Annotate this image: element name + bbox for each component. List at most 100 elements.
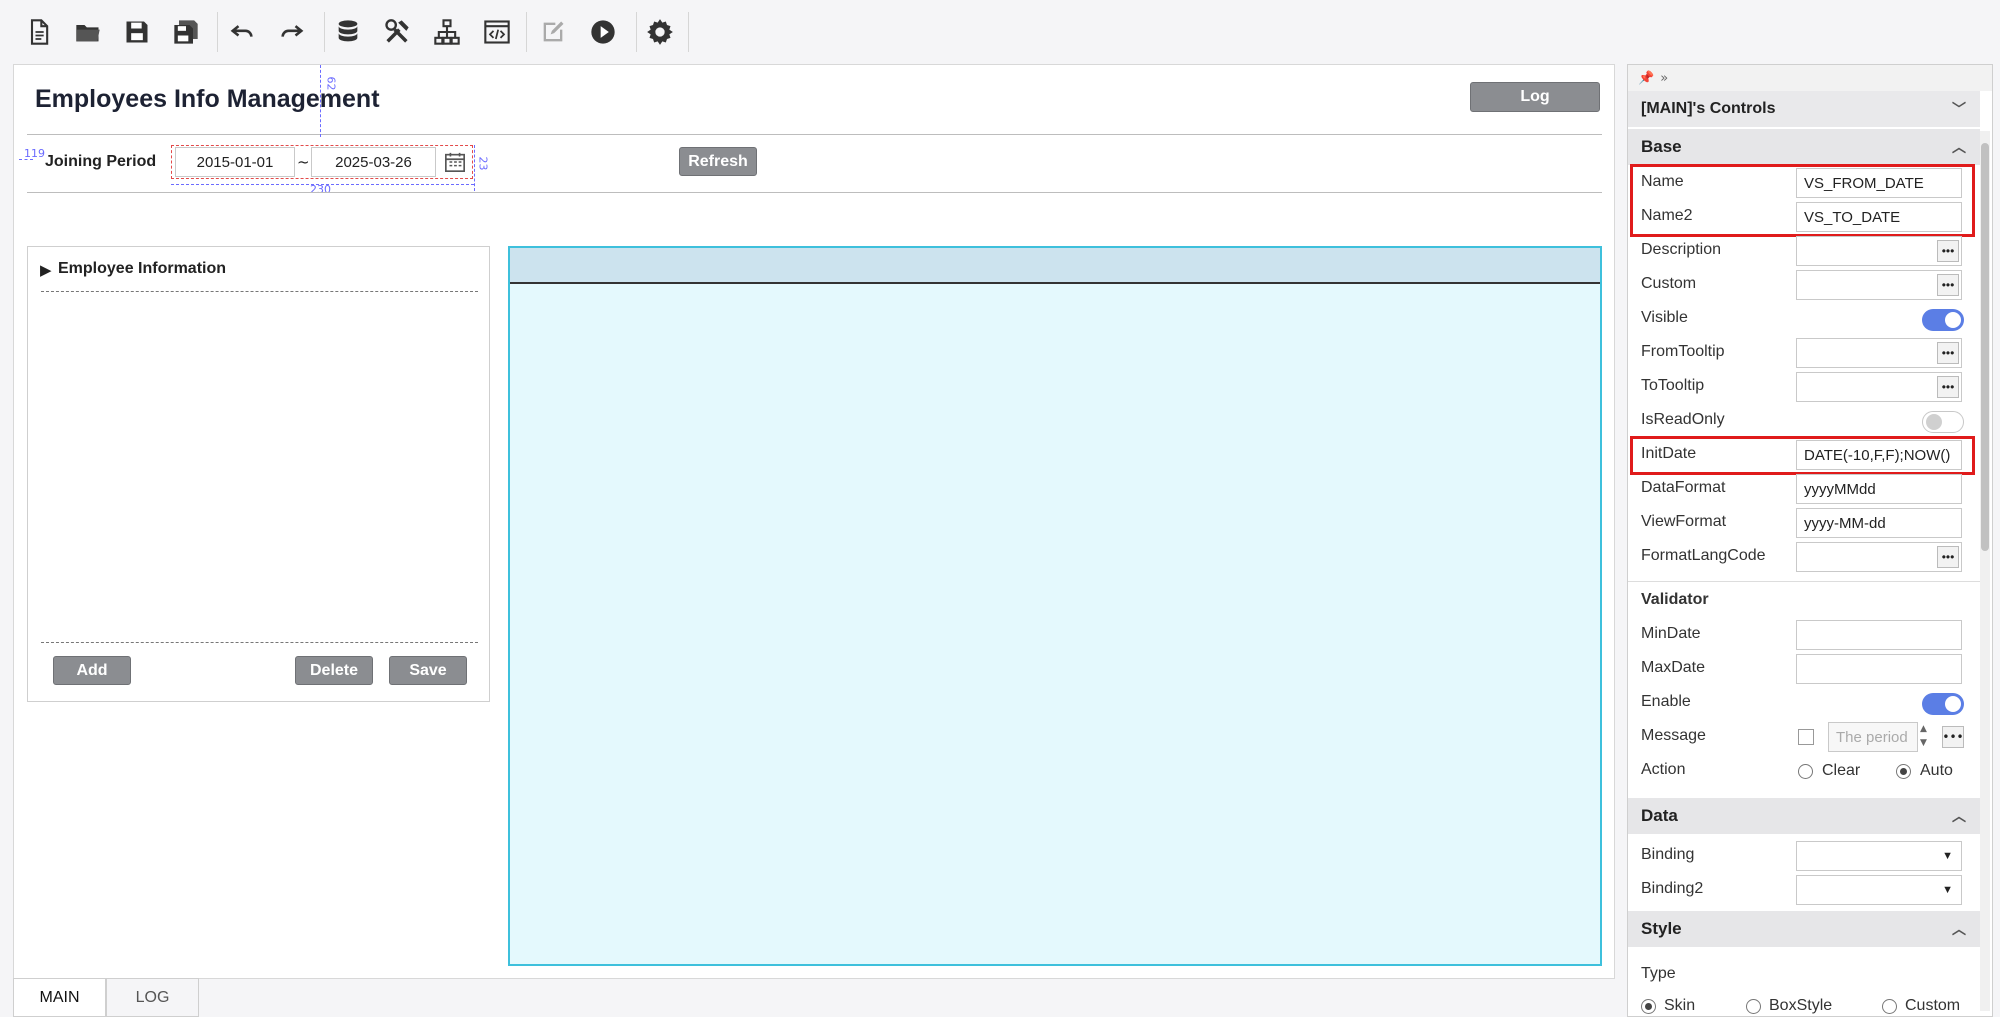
binding-select[interactable]: ▼ <box>1796 841 1962 871</box>
run-icon[interactable] <box>583 12 623 52</box>
settings-icon[interactable] <box>640 12 680 52</box>
database-icon[interactable] <box>328 12 368 52</box>
save-icon[interactable] <box>117 12 157 52</box>
data-grid[interactable] <box>508 246 1602 966</box>
employee-info-panel: ▶ Employee Information Add Delete Save <box>27 246 490 702</box>
refresh-button[interactable]: Refresh <box>679 147 757 176</box>
open-folder-icon[interactable] <box>68 12 108 52</box>
message-input[interactable]: The period <box>1828 722 1918 752</box>
enable-toggle[interactable] <box>1922 693 1964 715</box>
chevron-up-icon[interactable]: ︿ <box>1952 919 1966 939</box>
toolbar <box>0 0 2000 63</box>
calendar-icon[interactable] <box>442 149 468 175</box>
style-boxstyle-radio[interactable] <box>1746 999 1761 1014</box>
style-custom-label: Custom <box>1905 997 1961 1014</box>
message-checkbox[interactable] <box>1798 729 1814 745</box>
grid-header <box>510 248 1600 284</box>
section-data-label: Data <box>1641 806 1678 825</box>
prop-viewformat: ViewFormat yyyy-MM-dd <box>1628 506 1980 540</box>
ellipsis-icon[interactable]: ••• <box>1937 376 1959 398</box>
prop-mindate-label: MinDate <box>1641 625 1701 642</box>
scrollbar-thumb[interactable] <box>1981 143 1989 551</box>
from-date-input[interactable]: 2015-01-01 <box>175 147 295 177</box>
ellipsis-icon[interactable]: ••• <box>1937 274 1959 296</box>
action-auto-radio[interactable] <box>1896 764 1911 779</box>
prop-mindate: MinDate <box>1628 618 1980 652</box>
prop-viewformat-label: ViewFormat <box>1641 513 1727 530</box>
tab-main[interactable]: MAIN <box>13 978 106 1017</box>
ellipsis-icon[interactable]: ••• <box>1937 342 1959 364</box>
chevron-up-icon[interactable]: ︿ <box>1952 137 1966 157</box>
edit-icon[interactable] <box>533 12 573 52</box>
chevron-down-icon[interactable]: ﹀ <box>1952 99 1966 119</box>
action-auto-label: Auto <box>1920 762 1953 779</box>
prop-formatlangcode: FormatLangCode ••• <box>1628 540 1980 574</box>
chevron-down-icon: ▼ <box>1942 884 1953 896</box>
tools-icon[interactable] <box>377 12 417 52</box>
prop-formatlangcode-input[interactable]: ••• <box>1796 542 1962 572</box>
guide-left-number: 119 <box>24 147 45 160</box>
save-button[interactable]: Save <box>389 656 467 685</box>
ellipsis-icon[interactable]: ••• <box>1942 726 1964 748</box>
prop-fromtooltip-input[interactable]: ••• <box>1796 338 1962 368</box>
redo-icon[interactable] <box>272 12 312 52</box>
prop-binding: Binding ▼ <box>1628 839 1980 873</box>
visible-toggle[interactable] <box>1922 309 1964 331</box>
spin-arrows-icon[interactable]: ▲ ▼ <box>1920 722 1927 750</box>
action-clear-radio[interactable] <box>1798 764 1813 779</box>
section-data[interactable]: Data ︿ <box>1628 798 1980 834</box>
prop-maxdate-input[interactable] <box>1796 654 1962 684</box>
prop-description-input[interactable]: ••• <box>1796 236 1962 266</box>
prop-binding-label: Binding <box>1641 846 1695 863</box>
guide-line <box>320 65 321 137</box>
prop-binding2-label: Binding2 <box>1641 880 1704 897</box>
ellipsis-icon[interactable]: ••• <box>1937 546 1959 568</box>
hierarchy-icon[interactable] <box>427 12 467 52</box>
tilde-separator: ~ <box>297 153 310 171</box>
pin-icon[interactable]: 📌 <box>1638 71 1654 86</box>
prop-visible-label: Visible <box>1641 309 1688 326</box>
expand-arrow-icon[interactable]: ▶ <box>40 261 52 279</box>
section-base[interactable]: Base ︿ <box>1628 129 1980 165</box>
code-view-icon[interactable] <box>477 12 517 52</box>
properties-scrollbar[interactable] <box>1980 131 1990 1011</box>
new-file-icon[interactable] <box>19 12 59 52</box>
save-all-icon[interactable] <box>166 12 206 52</box>
prop-maxdate: MaxDate <box>1628 652 1980 686</box>
isreadonly-toggle[interactable] <box>1922 411 1964 433</box>
prop-dataformat: DataFormat yyyyMMdd <box>1628 472 1980 506</box>
log-button[interactable]: Log <box>1470 82 1600 112</box>
to-date-input[interactable]: 2025-03-26 <box>311 147 436 177</box>
style-skin-radio[interactable] <box>1641 999 1656 1014</box>
delete-button[interactable]: Delete <box>295 656 373 685</box>
prop-isreadonly-label: IsReadOnly <box>1641 411 1725 428</box>
prop-mindate-input[interactable] <box>1796 620 1962 650</box>
prop-fromtooltip-label: FromTooltip <box>1641 343 1725 360</box>
undo-icon[interactable] <box>222 12 262 52</box>
prop-totooltip-label: ToTooltip <box>1641 377 1705 394</box>
chevron-down-icon: ▼ <box>1942 850 1953 862</box>
prop-custom-input[interactable]: ••• <box>1796 270 1962 300</box>
panel-toolbar: 📌 » <box>1628 65 1992 91</box>
divider <box>1628 581 1980 582</box>
prop-fromtooltip: FromTooltip ••• <box>1628 336 1980 370</box>
style-custom-radio[interactable] <box>1882 999 1897 1014</box>
divider <box>27 192 1602 193</box>
prop-enable-label: Enable <box>1641 693 1691 710</box>
guide-line <box>474 145 475 191</box>
chevron-up-icon[interactable]: ︿ <box>1952 806 1966 826</box>
binding2-select[interactable]: ▼ <box>1796 875 1962 905</box>
controls-header-label: [MAIN]'s Controls <box>1641 100 1776 117</box>
prop-totooltip-input[interactable]: ••• <box>1796 372 1962 402</box>
designer-canvas[interactable]: Employees Info Management Log 62 119 230… <box>13 64 1615 979</box>
style-skin-label: Skin <box>1664 997 1696 1014</box>
prop-viewformat-input[interactable]: yyyy-MM-dd <box>1796 508 1962 538</box>
ellipsis-icon[interactable]: ••• <box>1937 240 1959 262</box>
prop-dataformat-input[interactable]: yyyyMMdd <box>1796 474 1962 504</box>
prop-dataformat-label: DataFormat <box>1641 479 1726 496</box>
prop-description: Description ••• <box>1628 234 1980 268</box>
section-style[interactable]: Style ︿ <box>1628 911 1980 947</box>
tab-log[interactable]: LOG <box>106 978 199 1017</box>
add-button[interactable]: Add <box>53 656 131 685</box>
collapse-icon[interactable]: » <box>1660 71 1668 86</box>
